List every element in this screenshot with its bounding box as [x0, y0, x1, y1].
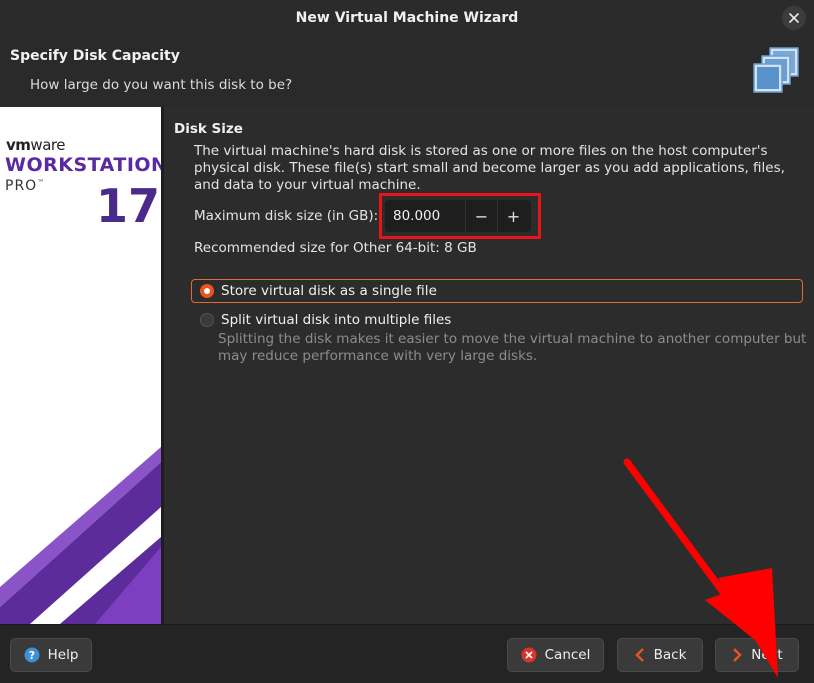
disk-capacity-panel: Disk Size The virtual machine's hard dis… — [164, 107, 814, 624]
vmware-logo: vmware — [6, 136, 65, 154]
disk-size-spinbox[interactable]: − + — [385, 200, 531, 232]
section-title: Disk Size — [174, 121, 243, 137]
help-label: Help — [47, 647, 79, 663]
chevron-left-icon — [634, 648, 646, 662]
help-icon: ? — [24, 647, 40, 663]
wizard-footer: ? Help Cancel Back Next — [0, 624, 814, 683]
split-file-option[interactable]: Split virtual disk into multiple files — [192, 309, 451, 331]
chevron-right-icon — [731, 648, 743, 662]
close-icon — [789, 13, 799, 23]
close-button[interactable] — [782, 6, 806, 30]
split-file-description: Splitting the disk makes it easier to mo… — [218, 331, 807, 364]
max-disk-size-label: Maximum disk size (in GB): — [194, 208, 379, 224]
disk-size-input[interactable] — [385, 208, 465, 224]
back-button[interactable]: Back — [617, 638, 703, 672]
cancel-icon — [521, 647, 537, 663]
disk-stack-icon — [753, 47, 799, 93]
single-file-option[interactable]: Store virtual disk as a single file — [191, 279, 803, 303]
wizard-header: Specify Disk Capacity How large do you w… — [0, 36, 814, 107]
vmware-banner: vmware WORKSTATION PRO™ 17 — [0, 107, 161, 624]
svg-text:?: ? — [28, 649, 34, 662]
back-label: Back — [653, 647, 687, 663]
next-label: Next — [751, 647, 783, 663]
recommended-size: Recommended size for Other 64-bit: 8 GB — [194, 240, 477, 256]
increment-button[interactable]: + — [497, 200, 529, 232]
decrement-button[interactable]: − — [465, 200, 497, 232]
minus-icon: − — [474, 206, 489, 226]
split-file-radio[interactable] — [200, 313, 214, 327]
help-button[interactable]: ? Help — [10, 638, 92, 672]
single-file-radio[interactable] — [200, 284, 214, 298]
single-file-label: Store virtual disk as a single file — [221, 283, 437, 299]
product-version: 17 — [96, 179, 161, 233]
split-file-label: Split virtual disk into multiple files — [221, 312, 452, 328]
page-title: Specify Disk Capacity — [10, 48, 180, 64]
plus-icon: + — [506, 206, 521, 226]
cancel-label: Cancel — [544, 647, 591, 663]
title-bar: New Virtual Machine Wizard — [0, 0, 814, 36]
product-edition: PRO™ — [5, 178, 46, 194]
product-name: WORKSTATION — [5, 154, 161, 176]
disk-description: The virtual machine's hard disk is store… — [194, 143, 785, 193]
next-button[interactable]: Next — [715, 638, 799, 672]
window-title: New Virtual Machine Wizard — [295, 10, 519, 26]
page-subtitle: How large do you want this disk to be? — [30, 77, 293, 93]
cancel-button[interactable]: Cancel — [507, 638, 604, 672]
